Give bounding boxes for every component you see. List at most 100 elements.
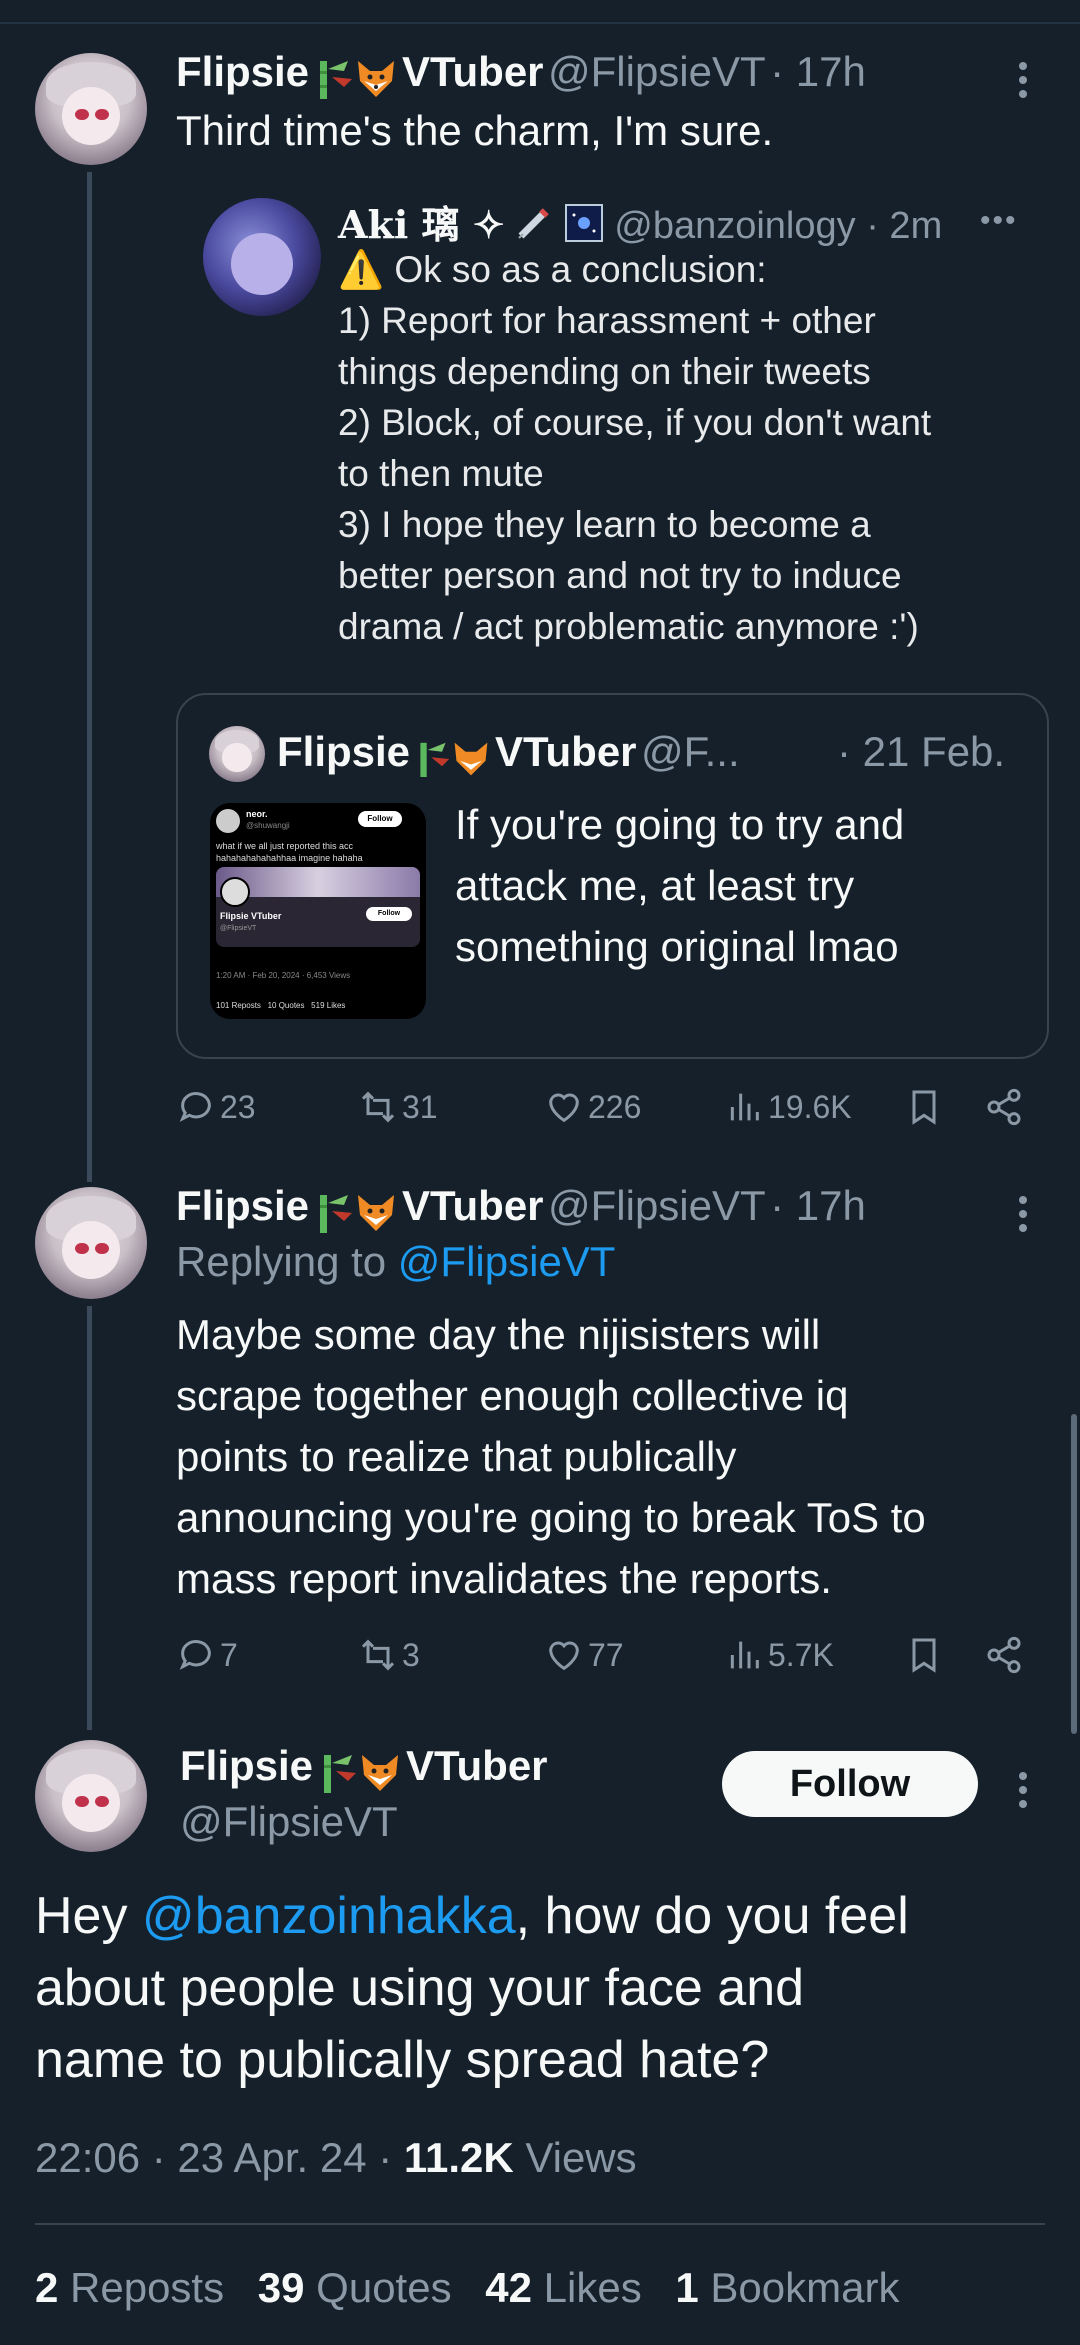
likes-stat[interactable]: 42 Likes (485, 2264, 641, 2311)
bookmark-icon (912, 1638, 936, 1673)
likes-label: Likes (531, 2264, 642, 2311)
reply-count: 7 (220, 1636, 238, 1673)
quotes-label: Quotes (304, 2264, 452, 2311)
more-options-icon[interactable] (1019, 1190, 1027, 1238)
repost-icon (361, 1091, 395, 1123)
share-icon (987, 1636, 1021, 1674)
avatar[interactable] (35, 1187, 147, 1299)
engagement-stats: 2 Reposts 39 Quotes 42 Likes 1 Bookmark (35, 2264, 899, 2312)
likes-number: 42 (485, 2264, 532, 2311)
timestamp[interactable]: · 17h (770, 48, 866, 95)
embedded-text: ⚠️ Ok so as a conclusion: 1) Report for … (338, 249, 932, 647)
views-number: 11.2K (403, 2134, 514, 2181)
quotes-stat[interactable]: 39 Quotes (258, 2264, 452, 2311)
more-options-icon[interactable] (1019, 1766, 1027, 1814)
quotes-number: 39 (257, 2264, 305, 2311)
reply-icon (179, 1092, 211, 1122)
reply-icon (179, 1640, 211, 1670)
fox-icon (354, 1191, 398, 1240)
quoted-media-thumbnail[interactable]: neor. @shuwangji Follow what if we all j… (210, 803, 426, 1019)
replying-handle-link[interactable]: @FlipsieVT (398, 1238, 616, 1285)
fox-icon (451, 739, 491, 784)
reposts-label: Reposts (58, 2264, 225, 2311)
like-button[interactable]: 226 (544, 1082, 641, 1132)
avatar[interactable] (35, 1740, 147, 1852)
quoted-time: · 21 Feb. (837, 728, 1006, 775)
thumb-inner-follow: Follow (366, 907, 412, 921)
text-prefix: Hey (35, 1887, 142, 1945)
post-time[interactable]: 22:06 · 23 Apr. 24 · (35, 2134, 404, 2181)
creator-tag: VTuber (401, 48, 544, 95)
quoted-name: Flipsie (277, 728, 411, 775)
bamboo-icon (415, 739, 451, 784)
main-author-name: Flipsie VTuber (180, 1742, 548, 1800)
share-icon (987, 1088, 1021, 1126)
views-label: Views (513, 2134, 637, 2181)
thumb-user: neor. (246, 809, 268, 819)
share-button[interactable] (984, 1082, 1024, 1132)
quoted-avatar (209, 726, 265, 782)
bamboo-icon (318, 1751, 358, 1800)
bookmark-button[interactable] (904, 1630, 944, 1680)
repost-button[interactable]: 31 (358, 1082, 438, 1132)
creator-tag: VTuber (401, 1182, 544, 1229)
reposts-number: 2 (35, 2264, 59, 2311)
views-button[interactable]: 19.6K (724, 1082, 852, 1132)
tweet-header: Flipsie VTuber @FlipsieVT · 17h (176, 1182, 866, 1240)
tweet-text: Maybe some day the nijisisters will scra… (176, 1311, 926, 1602)
bookmarks-label: Bookmark (698, 2264, 900, 2311)
bookmark-button[interactable] (904, 1082, 944, 1132)
bamboo-icon (314, 57, 354, 106)
thumb-inner-handle: @FlipsieVT (220, 925, 257, 932)
embedded-time: · 2m (866, 205, 943, 247)
analytics-icon (730, 1641, 759, 1669)
follow-button[interactable]: Follow (722, 1751, 978, 1817)
avatar[interactable] (35, 53, 147, 165)
tweet-text: Third time's the charm, I'm sure. (176, 107, 774, 154)
embedded-more-icon: ••• (980, 204, 1018, 237)
thread-line (87, 1306, 92, 1730)
repost-button[interactable]: 3 (358, 1630, 420, 1680)
embedded-name: Aki 璃 ✧ (338, 202, 505, 247)
timestamp[interactable]: · 17h (770, 1182, 866, 1229)
tweet-actions: 7 3 77 5.7K (176, 1630, 1036, 1680)
display-name[interactable]: Flipsie (176, 48, 309, 95)
heart-icon (549, 1641, 579, 1671)
display-name[interactable]: Flipsie (176, 1182, 309, 1229)
reposts-stat[interactable]: 2 Reposts (35, 2264, 224, 2311)
heart-icon (549, 1093, 579, 1123)
tweet-meta: 22:06 · 23 Apr. 24 · 11.2K Views (35, 2134, 637, 2182)
mention-link[interactable]: @banzoinhakka (142, 1887, 516, 1945)
fox-icon (354, 57, 398, 106)
replying-prefix: Replying to (176, 1238, 398, 1285)
quoted-text: If you're going to try and attack me, at… (455, 801, 905, 970)
analytics-icon (730, 1093, 759, 1121)
views-button[interactable]: 5.7K (724, 1630, 834, 1680)
divider (35, 2223, 1045, 2225)
views-count: 19.6K (768, 1088, 852, 1125)
like-button[interactable]: 77 (544, 1630, 624, 1680)
more-options-icon[interactable] (1019, 56, 1027, 104)
bookmarks-stat[interactable]: 1 Bookmark (675, 2264, 899, 2311)
handle[interactable]: @FlipsieVT (180, 1798, 398, 1846)
scrollbar[interactable] (1071, 1414, 1077, 1734)
quoted-handle: @F... (640, 728, 740, 775)
replying-to: Replying to @FlipsieVT (176, 1238, 615, 1286)
thumb-stats: 101 Reposts 10 Quotes 519 Likes (216, 1001, 346, 1010)
top-divider (0, 22, 1080, 24)
thread-line (87, 172, 92, 1182)
bookmarks-number: 1 (675, 2264, 699, 2311)
display-name[interactable]: Flipsie (180, 1742, 313, 1789)
main-tweet-text: Hey @banzoinhakka, how do you feel about… (35, 1880, 1045, 2096)
repost-icon (361, 1639, 395, 1671)
reply-button[interactable]: 23 (176, 1082, 256, 1132)
share-button[interactable] (984, 1630, 1024, 1680)
reply-button[interactable]: 7 (176, 1630, 238, 1680)
handle[interactable]: @FlipsieVT (548, 48, 766, 95)
tweet-header: Flipsie VTuber @FlipsieVT · 17h (176, 48, 866, 106)
handle[interactable]: @FlipsieVT (548, 1182, 766, 1229)
like-count: 226 (588, 1088, 642, 1125)
views-count: 5.7K (768, 1636, 834, 1673)
embedded-avatar (203, 198, 321, 316)
thumb-line2: hahahahahahahhaa imagine hahaha (216, 853, 363, 863)
